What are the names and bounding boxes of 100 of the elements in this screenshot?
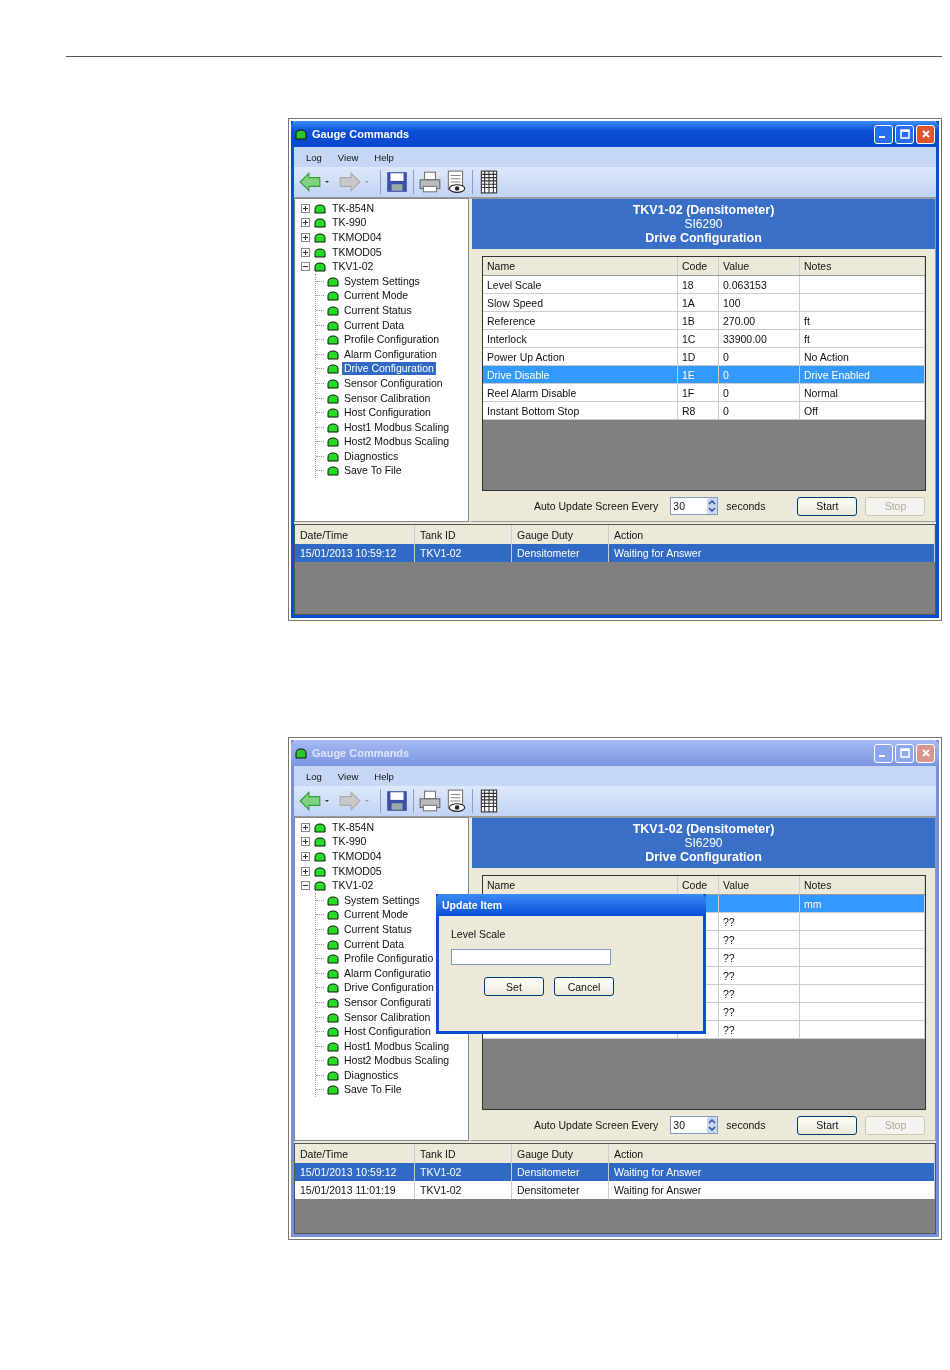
dome-icon	[327, 450, 339, 462]
header-text: TKV1-02 (Densitometer)	[632, 822, 775, 836]
dome-icon	[327, 407, 339, 419]
tree-item[interactable]: Host2 Modbus Scaling	[342, 435, 452, 449]
tree-item[interactable]: Host1 Modbus Scaling	[342, 420, 452, 434]
action-button[interactable]: Start	[797, 1115, 858, 1135]
tree-item[interactable]: Sensor Configuration	[342, 376, 445, 390]
table-cell: R8	[682, 404, 696, 417]
column-header[interactable]: Code	[677, 257, 719, 276]
auto-update-label: Auto Update Screen Every	[534, 500, 659, 512]
tree-item[interactable]: TK-990	[330, 216, 369, 230]
minus-box-icon[interactable]	[301, 262, 310, 272]
tree-item[interactable]: TKV1-02	[330, 879, 376, 893]
plus-box-icon[interactable]	[301, 203, 310, 213]
tree-item[interactable]: Sensor Configurati	[342, 995, 433, 1009]
maximize-button[interactable]	[895, 124, 914, 144]
tree-item[interactable]: Host2 Modbus Scaling	[342, 1054, 452, 1068]
tree-item[interactable]: Current Data	[342, 318, 407, 332]
table-cell: TKV1-02	[415, 544, 512, 562]
tree-item[interactable]: Alarm Configuration	[342, 347, 439, 361]
tree-item[interactable]: TKV1-02	[330, 260, 376, 274]
tree-item[interactable]: Save To File	[342, 1083, 404, 1097]
plus-box-icon[interactable]	[301, 866, 310, 876]
action-button[interactable]: Start	[797, 496, 858, 516]
grid-row[interactable]: Reference 1B 270.00 ft	[483, 311, 925, 330]
header-text: SI6290	[684, 217, 723, 231]
plus-box-icon[interactable]	[301, 233, 310, 242]
interval-spinner[interactable]: 30	[670, 1116, 719, 1134]
grid-row[interactable]: Slow Speed 1A 100	[483, 293, 925, 312]
tree-item[interactable]: Current Mode	[342, 908, 411, 922]
tree-item[interactable]: Drive Configuration	[342, 981, 436, 995]
tree-item[interactable]: TKMOD05	[330, 864, 384, 878]
column-header[interactable]: Value	[718, 257, 800, 276]
tree-item[interactable]: Profile Configuratio	[342, 952, 436, 966]
menu-item[interactable]: View	[331, 150, 365, 164]
table-cell: ft	[804, 332, 810, 345]
spin-arrows-icon[interactable]	[707, 1117, 718, 1133]
grid-row[interactable]: Reel Alarm Disable 1F 0 Normal	[483, 383, 925, 402]
tree-item[interactable]: Current Mode	[342, 289, 411, 303]
menu-item[interactable]: Help	[368, 150, 400, 164]
tree-item[interactable]: Save To File	[342, 464, 404, 478]
column-header[interactable]: Name	[483, 876, 678, 895]
tree-item[interactable]: Diagnostics	[342, 1068, 401, 1082]
dome-icon	[314, 836, 326, 848]
grid-row[interactable]: Interlock 1C 33900.00 ft	[483, 329, 925, 348]
column-header[interactable]: Value	[718, 876, 800, 895]
tree-item[interactable]: Host Configuration	[342, 1025, 433, 1039]
tree-item[interactable]: TKMOD04	[330, 231, 384, 244]
interval-spinner[interactable]: 30	[670, 497, 719, 515]
tree-item[interactable]: Sensor Calibration	[342, 391, 433, 405]
window-title: Gauge Commands	[312, 747, 411, 759]
dome-icon	[327, 377, 339, 389]
spin-arrows-icon[interactable]	[707, 498, 718, 514]
table-cell: 18	[682, 278, 694, 291]
minimize-button[interactable]	[874, 124, 893, 144]
dome-icon	[314, 217, 326, 229]
menu-item[interactable]: Log	[300, 150, 328, 164]
column-header[interactable]: Name	[483, 257, 678, 276]
save-icon[interactable]	[385, 170, 409, 194]
tree-item[interactable]: Host Configuration	[342, 406, 433, 420]
table-cell: ??	[723, 1005, 735, 1018]
table-cell: mm	[804, 897, 822, 910]
grid-row[interactable]: Level Scale 18 0.063153	[483, 275, 925, 294]
tree-item[interactable]: Alarm Configuratio	[342, 966, 433, 980]
table-cell: 1B	[682, 314, 695, 327]
tree-item[interactable]: Drive Configuration	[342, 362, 436, 376]
dome-icon	[314, 851, 326, 862]
tree-item[interactable]: TKMOD04	[330, 850, 384, 863]
plus-box-icon[interactable]	[301, 822, 310, 832]
plus-box-icon[interactable]	[301, 218, 310, 228]
tree-item[interactable]: System Settings	[342, 274, 422, 288]
tree-item[interactable]: Diagnostics	[342, 449, 401, 463]
plus-box-icon[interactable]	[301, 247, 310, 257]
column-header[interactable]: Code	[677, 876, 719, 895]
close-button[interactable]	[916, 124, 935, 144]
tree-item[interactable]: TKMOD05	[330, 245, 384, 259]
tree-item[interactable]: TK-854N	[330, 201, 376, 215]
plus-box-icon[interactable]	[301, 837, 310, 847]
printer-icon[interactable]	[418, 170, 442, 194]
tree-item[interactable]: Current Status	[342, 303, 414, 317]
table-cell: Waiting for Answer	[609, 544, 935, 562]
back-arrow-icon[interactable]	[298, 170, 322, 194]
tree-item[interactable]: Host1 Modbus Scaling	[342, 1039, 452, 1053]
tree-item[interactable]: TK-990	[330, 835, 369, 849]
column-header[interactable]: Notes	[799, 257, 925, 276]
header-text: SI6290	[684, 836, 723, 850]
minus-box-icon[interactable]	[301, 881, 310, 891]
column-header[interactable]: Notes	[799, 876, 925, 895]
tree-item[interactable]: Current Status	[342, 922, 414, 936]
auto-update-label: Auto Update Screen Every	[534, 1119, 659, 1131]
tree-item[interactable]: Current Data	[342, 937, 407, 951]
grid-row[interactable]: Power Up Action 1D 0 No Action	[483, 347, 925, 366]
plus-box-icon[interactable]	[301, 852, 310, 861]
log-row[interactable]: 15/01/2013 10:59:12 TKV1-02 Densitometer Waiting for Answer	[295, 544, 935, 562]
tree-item[interactable]: Profile Configuration	[342, 333, 442, 347]
table-cell: 0.063153	[723, 278, 767, 291]
tree-item[interactable]: Sensor Calibration	[342, 1010, 433, 1024]
tree-item[interactable]: System Settings	[342, 893, 422, 907]
tree-item[interactable]: TK-854N	[330, 820, 376, 834]
grid-row[interactable]: Instant Bottom Stop R8 0 Off	[483, 401, 925, 420]
